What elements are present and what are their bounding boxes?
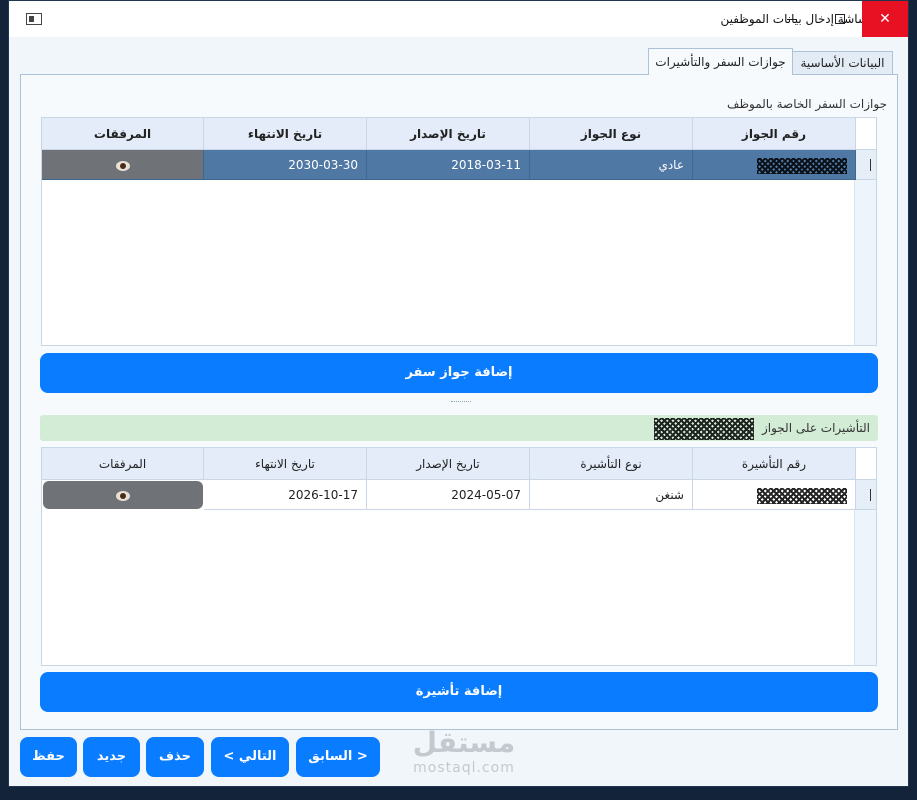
grid-corner (854, 448, 876, 480)
visa-issue-date-cell[interactable]: 2024-05-07 (367, 480, 530, 510)
visa-number-cell[interactable] (693, 480, 856, 510)
column-header-visa-number[interactable]: رقم التأشيرة (693, 448, 856, 480)
column-header-passport-number[interactable]: رقم الجواز (693, 118, 856, 150)
passports-grid[interactable]: رقم الجواز نوع الجواز تاريخ الإصدار تاري… (41, 117, 877, 346)
column-header-expiry-date[interactable]: تاريخ الانتهاء (204, 448, 367, 480)
maximize-icon (835, 14, 845, 24)
save-button[interactable]: حفظ (20, 737, 77, 777)
visas-banner-label: التأشيرات على الجواز (761, 421, 870, 435)
passport-attachment-cell[interactable] (42, 150, 204, 180)
column-header-visa-type[interactable]: نوع التأشيرة (530, 448, 693, 480)
visas-banner: التأشيرات على الجواز (40, 415, 878, 441)
visas-grid[interactable]: رقم التأشيرة نوع التأشيرة تاريخ الإصدار … (41, 447, 877, 666)
visa-attachment-cell[interactable] (43, 481, 203, 509)
watermark-latin: mostaql.com (413, 760, 515, 776)
redacted-passport-ref (654, 417, 755, 440)
redacted-visa-number (757, 487, 847, 504)
column-header-issue-date[interactable]: تاريخ الإصدار (367, 118, 530, 150)
tab-basic-data[interactable]: البيانات الأساسية (792, 51, 893, 75)
add-passport-button[interactable]: إضافة جواز سفر (40, 353, 878, 393)
passport-number-cell[interactable] (693, 150, 856, 180)
watermark-logo: مستقل mostaql.com (404, 726, 524, 786)
minimize-icon (787, 18, 797, 20)
next-button[interactable]: التالي > (211, 737, 289, 777)
minimize-button[interactable] (769, 1, 815, 37)
passport-expiry-date-cell[interactable]: 2030-03-30 (204, 150, 367, 180)
splitter-handle[interactable] (451, 401, 471, 403)
new-button[interactable]: جديد (83, 737, 140, 777)
employee-data-window: شاشة إدخال بيانات الموظفين ✕ البيانات ال… (8, 0, 909, 787)
column-header-issue-date[interactable]: تاريخ الإصدار (367, 448, 530, 480)
previous-button[interactable]: < السابق (296, 737, 380, 777)
watermark-arabic: مستقل (412, 726, 516, 759)
column-header-expiry-date[interactable]: تاريخ الانتهاء (204, 118, 367, 150)
column-header-attachments[interactable]: المرفقات (42, 448, 204, 480)
delete-button[interactable]: حذف (146, 737, 204, 777)
eye-icon[interactable] (115, 160, 130, 171)
row-selector[interactable] (854, 480, 876, 510)
maximize-button[interactable] (817, 1, 863, 37)
visa-type-cell[interactable]: شنغن (530, 480, 693, 510)
passport-issue-date-cell[interactable]: 2018-03-11 (367, 150, 530, 180)
column-header-attachments[interactable]: المرفقات (42, 118, 204, 150)
passport-type-cell[interactable]: عادي (530, 150, 693, 180)
add-visa-button[interactable]: إضافة تأشيرة (40, 672, 878, 712)
row-selector[interactable] (854, 150, 876, 180)
tab-panel: جوازات السفر الخاصة بالموظف رقم الجواز ن… (20, 74, 898, 730)
app-window-icon (26, 13, 42, 25)
close-icon: ✕ (879, 11, 891, 27)
close-button[interactable]: ✕ (862, 1, 908, 37)
passports-section-label: جوازات السفر الخاصة بالموظف (727, 97, 887, 111)
grid-corner (854, 118, 876, 150)
column-header-passport-type[interactable]: نوع الجواز (530, 118, 693, 150)
eye-icon[interactable] (116, 490, 130, 501)
title-bar[interactable]: شاشة إدخال بيانات الموظفين ✕ (9, 1, 908, 37)
visa-expiry-date-cell[interactable]: 2026-10-17 (204, 480, 367, 510)
tab-passports-visas[interactable]: جوازات السفر والتأشيرات (648, 48, 793, 75)
redacted-passport-number (757, 157, 847, 174)
